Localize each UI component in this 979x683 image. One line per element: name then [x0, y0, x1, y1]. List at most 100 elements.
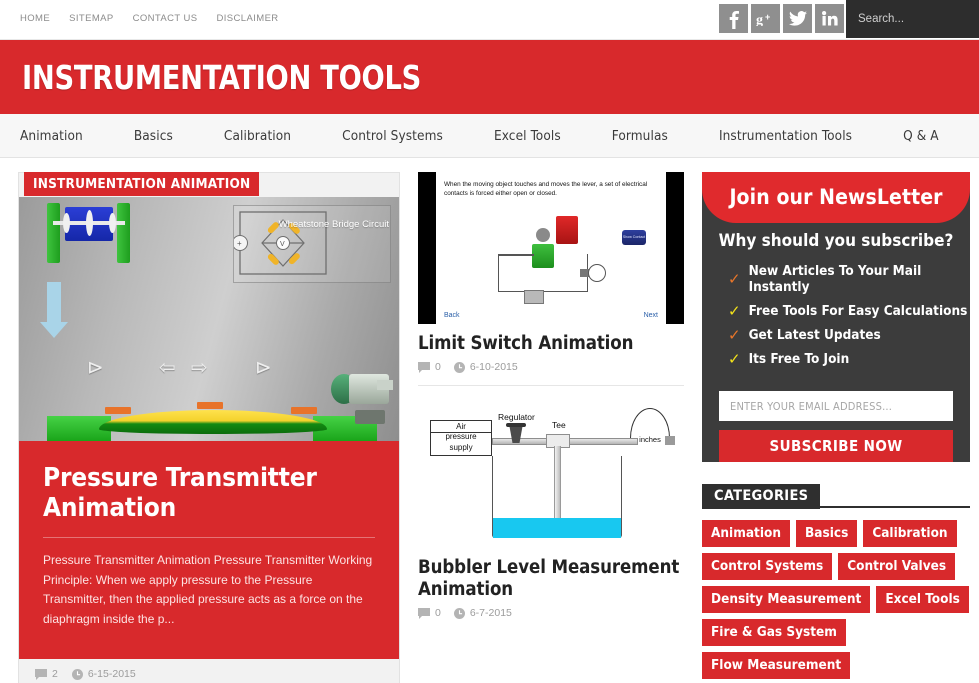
svg-text:V: V	[280, 241, 285, 248]
category-tag-calibration[interactable]: Calibration	[863, 520, 957, 547]
category-tag-control-valves[interactable]: Control Valves	[838, 553, 956, 580]
search-input[interactable]	[846, 0, 979, 38]
nav-item-qa[interactable]: Q & A	[903, 128, 965, 144]
nav-item-basics[interactable]: Basics	[134, 128, 199, 144]
top-nav: HOME SITEMAP CONTACT US DISCLAIMER	[20, 13, 279, 24]
content-area: INSTRUMENTATION ANIMATION + V Wheatstone…	[0, 158, 979, 683]
twitter-icon[interactable]	[783, 4, 812, 33]
benefit-item: ✓ Its Free To Join	[728, 351, 970, 367]
linkedin-icon[interactable]	[815, 4, 844, 33]
svg-text:+: +	[237, 239, 242, 248]
category-tag-fire-gas-system[interactable]: Fire & Gas System	[702, 619, 846, 646]
nav-item-excel-tools[interactable]: Excel Tools	[494, 128, 587, 144]
comment-count-value: 0	[435, 607, 441, 619]
category-tag-density-measurement[interactable]: Density Measurement	[702, 586, 871, 613]
top-nav-item-disclaimer[interactable]: DISCLAIMER	[217, 13, 279, 24]
post-date: 6-10-2015	[453, 361, 518, 373]
comment-icon	[418, 361, 430, 373]
animation-next-link[interactable]: Next	[644, 312, 658, 319]
wheatstone-bridge-label: Wheatstone Bridge Circuit	[278, 219, 389, 230]
post-card-bubbler[interactable]: Air pressure supply Regulator Tee inches…	[418, 398, 684, 631]
featured-post-title[interactable]: Pressure Transmitter Animation	[43, 463, 375, 523]
lever-shape	[536, 228, 550, 242]
facebook-icon[interactable]	[719, 4, 748, 33]
regulator-handle-shape	[506, 423, 526, 427]
comment-count-value: 2	[52, 668, 58, 680]
featured-post-card[interactable]: INSTRUMENTATION ANIMATION + V Wheatstone…	[18, 172, 400, 683]
comment-icon	[35, 668, 47, 680]
circuit-wire	[498, 254, 588, 292]
show-contact-button[interactable]: Show Contact	[622, 230, 646, 245]
nav-item-formulas[interactable]: Formulas	[612, 128, 694, 144]
comment-icon	[418, 607, 430, 619]
post-thumbnail-bubbler[interactable]: Air pressure supply Regulator Tee inches	[418, 398, 684, 548]
nav-item-animation[interactable]: Animation	[20, 128, 109, 144]
strain-arrows-row: ⊳ ⇦ ⇨ ⊳	[87, 355, 272, 379]
wheatstone-bridge-diagram: + V	[232, 205, 391, 283]
benefit-label: Get Latest Updates	[748, 327, 881, 343]
post-list-column: When the moving object touches and moves…	[418, 172, 684, 683]
category-tag-animation[interactable]: Animation	[702, 520, 791, 547]
page-root: HOME SITEMAP CONTACT US DISCLAIMER g+ IN…	[0, 0, 979, 683]
category-tag-flow-measurement[interactable]: Flow Measurement	[702, 652, 851, 679]
top-nav-item-home[interactable]: HOME	[20, 13, 50, 24]
regulator-label: Regulator	[498, 412, 535, 422]
featured-category-badge[interactable]: INSTRUMENTATION ANIMATION	[24, 172, 260, 196]
post-title-limit-switch[interactable]: Limit Switch Animation	[418, 333, 684, 355]
search-box[interactable]	[846, 0, 979, 38]
nav-item-calibration[interactable]: Calibration	[224, 128, 317, 144]
googleplus-icon[interactable]: g +	[751, 4, 780, 33]
circuit-wire-top	[498, 254, 534, 256]
categories-header: CATEGORIES	[702, 484, 970, 509]
post-thumbnail-limit-switch[interactable]: When the moving object touches and moves…	[418, 172, 684, 324]
categories-title: CATEGORIES	[702, 484, 821, 509]
check-icon: ✓	[728, 302, 741, 320]
featured-post-meta: 2 6-15-2015	[19, 659, 399, 683]
post-date-value: 6-7-2015	[469, 607, 512, 619]
top-nav-item-sitemap[interactable]: SITEMAP	[69, 13, 114, 24]
newsletter-email-input[interactable]	[719, 391, 953, 421]
limit-switch-illustration: When the moving object touches and moves…	[436, 172, 666, 324]
newsletter-widget: Join our NewsLetter Why should you subsc…	[702, 172, 970, 462]
newsletter-header: Join our NewsLetter	[702, 172, 970, 223]
strain-gauge-illustration	[41, 203, 141, 265]
divider	[43, 537, 375, 538]
comment-count-value: 0	[435, 361, 441, 373]
svg-text:+: +	[765, 12, 770, 22]
check-icon: ✓	[728, 270, 741, 288]
post-date-value: 6-10-2015	[469, 361, 518, 373]
subscribe-button[interactable]: SUBSCRIBE NOW	[719, 430, 953, 462]
newsletter-heading: Join our NewsLetter	[729, 185, 943, 209]
benefit-item: ✓ Get Latest Updates	[728, 327, 970, 343]
top-utility-bar: HOME SITEMAP CONTACT US DISCLAIMER g +	[0, 0, 979, 40]
featured-image: + V Wheatstone Bridge Circuit ⊳ ⇦ ⇨ ⊳	[19, 197, 399, 442]
post-title-bubbler[interactable]: Bubbler Level Measurement Animation	[418, 557, 684, 601]
site-title[interactable]: INSTRUMENTATION TOOLS	[22, 58, 421, 97]
benefit-label: Free Tools For Easy Calculations	[748, 303, 968, 319]
clock-icon	[453, 361, 465, 373]
nav-item-instrumentation-tools[interactable]: Instrumentation Tools	[719, 128, 878, 144]
newsletter-subheading: Why should you subscribe?	[718, 231, 954, 251]
category-tag-basics[interactable]: Basics	[796, 520, 858, 547]
category-tag-excel-tools[interactable]: Excel Tools	[876, 586, 969, 613]
site-masthead: INSTRUMENTATION TOOLS	[0, 40, 979, 114]
post-date: 6-15-2015	[71, 668, 136, 680]
pressure-arrow-icon	[40, 282, 68, 338]
air-supply-label-line1: Air	[456, 422, 466, 431]
featured-post-body: Pressure Transmitter Animation Pressure …	[19, 441, 399, 659]
bulb-shape	[588, 264, 606, 282]
contact-block-shape	[524, 290, 544, 304]
sidebar: Join our NewsLetter Why should you subsc…	[702, 172, 970, 683]
post-card-limit-switch[interactable]: When the moving object touches and moves…	[418, 172, 684, 386]
limit-switch-caption: When the moving object touches and moves…	[444, 181, 648, 197]
top-nav-item-contact-us[interactable]: CONTACT US	[133, 13, 198, 24]
post-date: 6-7-2015	[453, 607, 512, 619]
category-tag-control-systems[interactable]: Control Systems	[702, 553, 833, 580]
air-supply-text-pressure: pressure	[445, 432, 477, 441]
benefit-label: Its Free To Join	[748, 351, 850, 367]
animation-back-link[interactable]: Back	[444, 312, 460, 319]
benefit-item: ✓ New Articles To Your Mail Instantly	[728, 263, 970, 295]
categories-list: Animation Basics Calibration Control Sys…	[702, 520, 970, 679]
moving-object-shape	[556, 216, 578, 244]
nav-item-control-systems[interactable]: Control Systems	[342, 128, 469, 144]
